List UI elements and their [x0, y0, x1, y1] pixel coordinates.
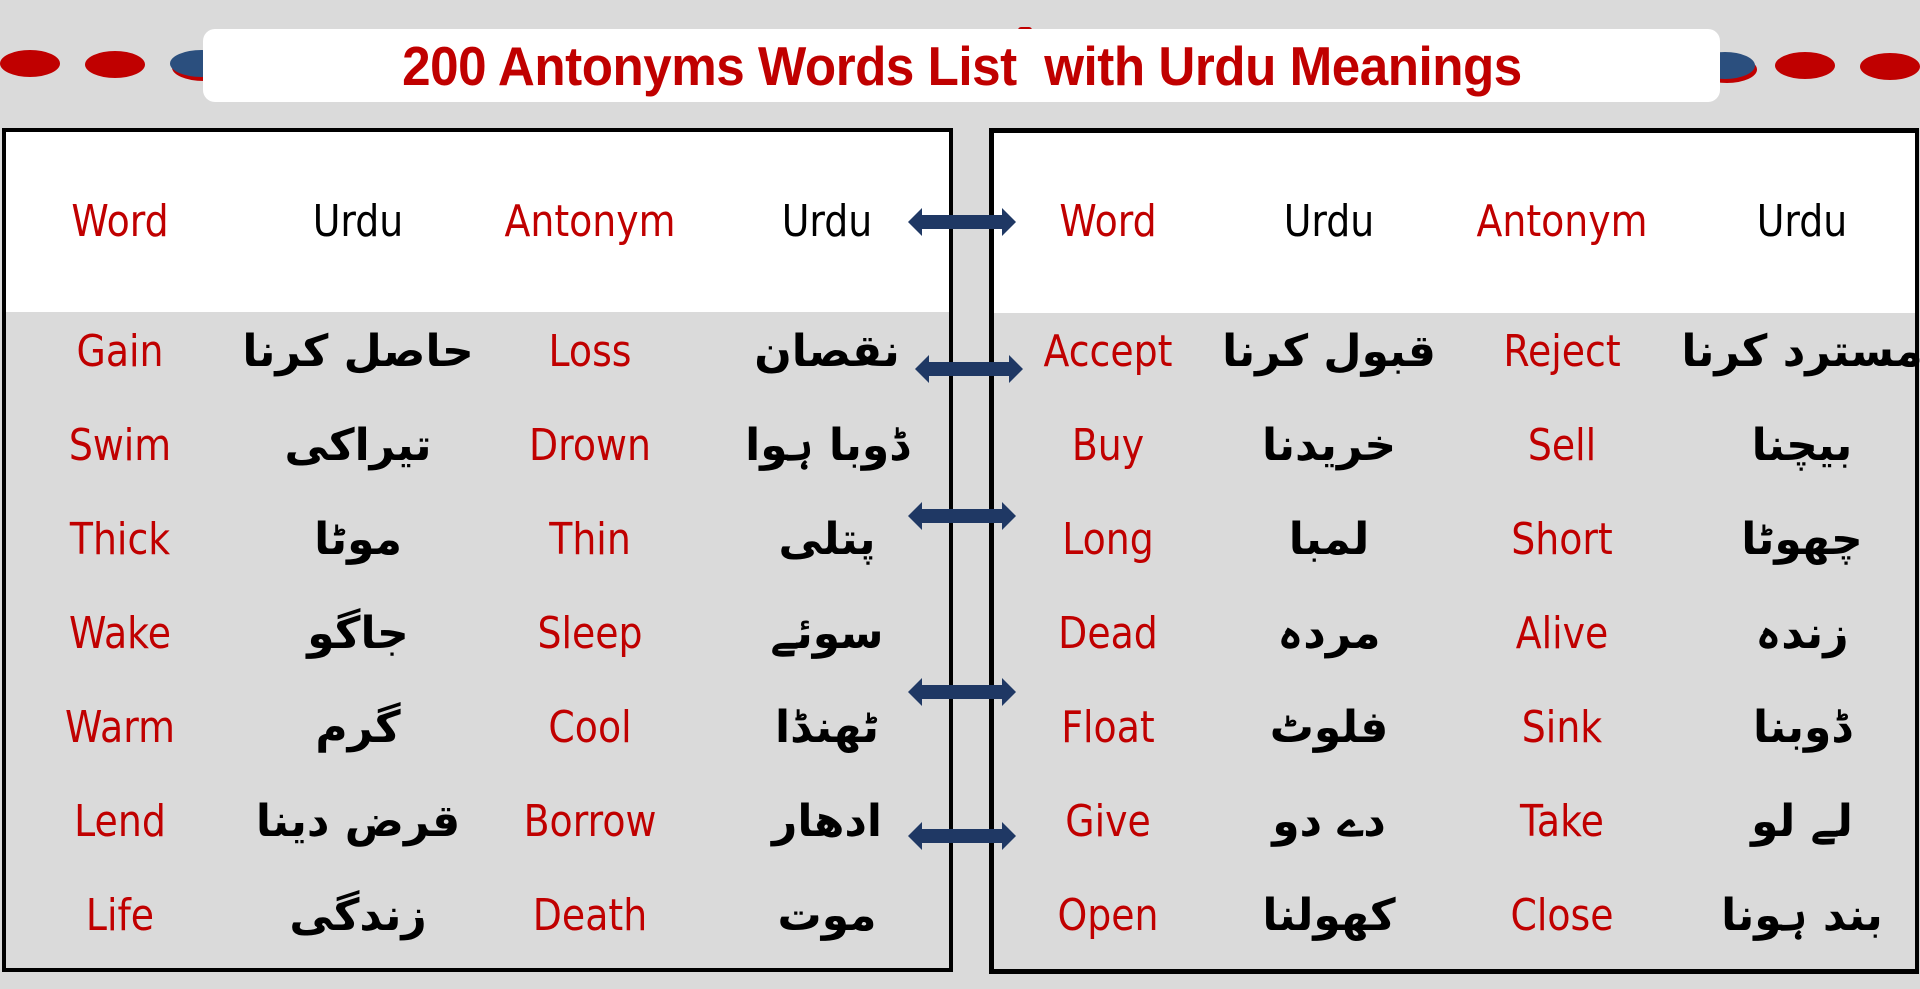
double-headed-arrow-icon [915, 355, 1023, 383]
word-urdu-cell: فلوٹ [1269, 702, 1389, 753]
word-urdu-cell: خریدنا [1261, 420, 1397, 471]
antonym-cell: Sleep [537, 608, 643, 659]
column-header-word-urdu: Urdu [312, 196, 404, 247]
word-urdu-cell: دے دو [1272, 796, 1386, 847]
word-cell: Accept [1043, 326, 1173, 377]
column-header-antonym: Antonym [504, 196, 676, 247]
page-title: 200 Antonyms Words List with Urdu Meanin… [401, 34, 1522, 97]
antonym-urdu-cell: چھوٹا [1741, 514, 1863, 565]
word-cell: Buy [1071, 420, 1145, 471]
column-header-antonym-urdu: Urdu [1756, 196, 1848, 247]
antonym-urdu-cell: ڈوبنا [1753, 702, 1851, 753]
column-header-antonym: Antonym [1476, 196, 1648, 247]
antonym-urdu-cell: نقصان [754, 326, 900, 377]
word-urdu-cell: قبول کرنا [1222, 326, 1436, 377]
antonym-urdu-cell: موت [777, 890, 877, 941]
antonym-urdu-cell: مسترد کرنا [1681, 326, 1920, 377]
antonym-cell: Thin [549, 514, 631, 565]
word-urdu-cell: تیراکی [284, 420, 432, 471]
antonym-cell: Close [1510, 890, 1614, 941]
word-cell: Float [1061, 702, 1155, 753]
antonym-cell: Loss [548, 326, 632, 377]
antonym-cell: Sell [1527, 420, 1597, 471]
word-urdu-cell: حاصل کرنا [242, 326, 474, 377]
word-urdu-cell: لمبا [1288, 514, 1370, 565]
antonym-urdu-cell: زندہ [1755, 608, 1849, 659]
antonym-urdu-cell: سوئے [770, 608, 884, 659]
word-urdu-cell: کھولنا [1262, 890, 1396, 941]
word-cell: Lend [74, 796, 166, 847]
antonym-urdu-cell: لے لو [1751, 796, 1853, 847]
antonym-urdu-cell: ٹھنڈا [774, 702, 880, 753]
antonym-cell: Cool [548, 702, 632, 753]
antonym-cell: Sink [1521, 702, 1603, 753]
column-header-word: Word [1059, 196, 1157, 247]
red-dot-decoration [85, 51, 145, 78]
antonym-urdu-cell: بند ہونا [1721, 890, 1883, 941]
right-word-table: Word Urdu Antonym Urdu Accept قبول کرنا Reject… [989, 128, 1920, 974]
word-urdu-cell: موٹا [314, 514, 402, 565]
left-word-table: Word Urdu Antonym Urdu Gain حاصل کرنا Loss نقصا… [2, 128, 953, 972]
word-cell: Swim [68, 420, 172, 471]
antonym-cell: Drown [529, 420, 651, 471]
title-banner: 200 Antonyms Words List with Urdu Meanin… [203, 29, 1720, 102]
antonym-cell: Reject [1503, 326, 1621, 377]
word-cell: Life [85, 890, 155, 941]
word-cell: Open [1057, 890, 1159, 941]
word-urdu-cell: قرض دینا [255, 796, 461, 847]
antonym-urdu-cell: ڈوبا ہوا [745, 420, 909, 471]
antonym-cell: Death [532, 890, 648, 941]
antonym-urdu-cell: ادھار [771, 796, 883, 847]
column-header-word: Word [71, 196, 169, 247]
word-cell: Wake [68, 608, 172, 659]
red-dot-decoration [0, 50, 60, 77]
word-urdu-cell: زندگی [289, 890, 427, 941]
antonym-urdu-cell: پتلی [778, 514, 876, 565]
word-cell: Give [1065, 796, 1151, 847]
double-headed-arrow-icon [908, 678, 1016, 706]
antonym-cell: Alive [1515, 608, 1609, 659]
antonym-cell: Borrow [523, 796, 657, 847]
word-cell: Long [1062, 514, 1154, 565]
word-cell: Warm [65, 702, 175, 753]
double-headed-arrow-icon [908, 822, 1016, 850]
double-headed-arrow-icon [908, 502, 1016, 530]
antonym-urdu-cell: بیچنا [1751, 420, 1853, 471]
antonym-cell: Short [1511, 514, 1613, 565]
word-cell: Gain [76, 326, 164, 377]
word-urdu-cell: گرم [315, 702, 401, 753]
column-header-antonym-urdu: Urdu [781, 196, 873, 247]
word-cell: Thick [69, 514, 171, 565]
column-header-word-urdu: Urdu [1283, 196, 1375, 247]
word-urdu-cell: جاگو [307, 608, 409, 659]
word-cell: Dead [1058, 608, 1158, 659]
double-headed-arrow-icon [908, 208, 1016, 236]
red-dot-decoration [1860, 53, 1920, 80]
red-dot-decoration [1775, 52, 1835, 79]
antonym-cell: Take [1520, 796, 1604, 847]
word-urdu-cell: مردہ [1277, 608, 1381, 659]
